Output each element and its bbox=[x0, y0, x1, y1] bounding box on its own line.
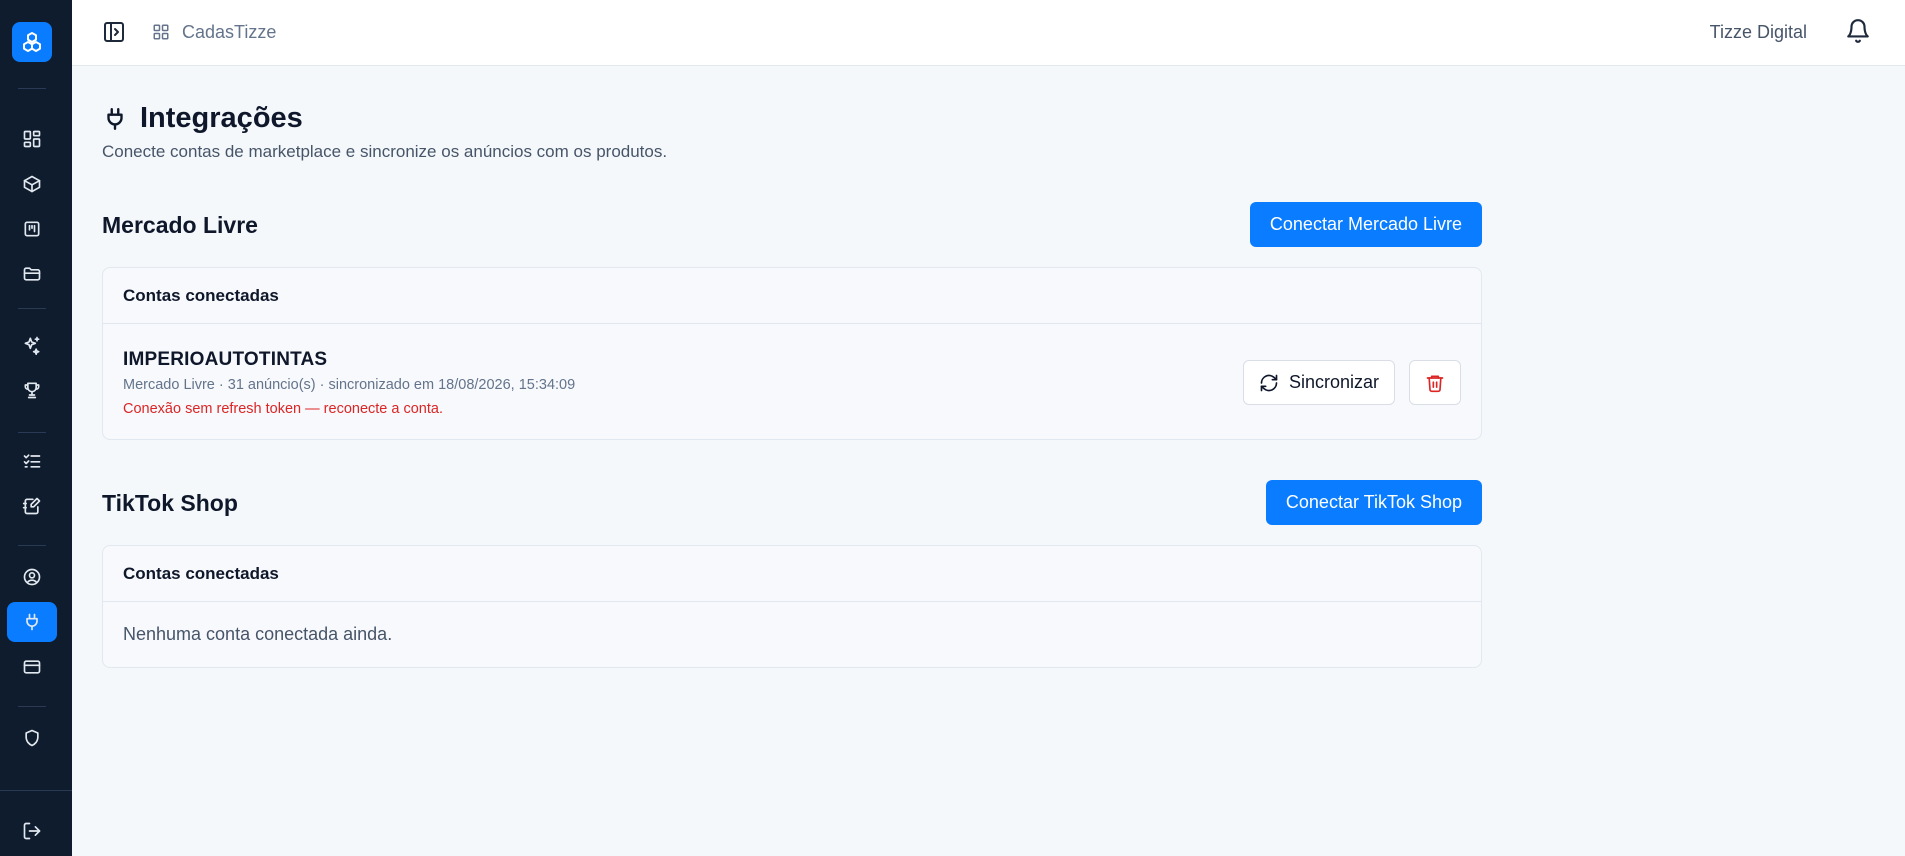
page-title-row: Integrações bbox=[102, 102, 303, 135]
trophy-icon bbox=[24, 382, 40, 399]
sync-button-label: Sincronizar bbox=[1288, 372, 1379, 392]
sidebar-item-security[interactable] bbox=[7, 718, 57, 758]
connect-tiktok-shop-button[interactable]: Conectar TikTok Shop bbox=[1265, 480, 1482, 525]
sidebar bbox=[0, 0, 72, 856]
panel-left-icon bbox=[104, 22, 124, 42]
connect-mercado-livre-button[interactable]: Conectar Mercado Livre bbox=[1249, 202, 1482, 247]
page-title: Integrações bbox=[140, 102, 303, 134]
tiktok-shop-accounts-card: Contas conectadas Nenhuma conta conectad… bbox=[102, 545, 1482, 668]
user-circle-icon bbox=[23, 568, 41, 586]
sidebar-item-integrations[interactable] bbox=[7, 602, 57, 642]
notebook-pen-icon bbox=[22, 497, 41, 515]
sidebar-divider bbox=[18, 545, 46, 546]
sidebar-item-ranking[interactable] bbox=[7, 370, 57, 410]
kanban-icon bbox=[24, 221, 40, 237]
sidebar-item-folders[interactable] bbox=[7, 254, 57, 294]
credit-card-icon bbox=[23, 660, 41, 674]
page-subtitle: Conecte contas de marketplace e sincroni… bbox=[102, 142, 668, 161]
empty-state-text: Nenhuma conta conectada ainda. bbox=[123, 624, 393, 644]
sidebar-item-dashboard[interactable] bbox=[7, 119, 57, 159]
trash-icon bbox=[1426, 375, 1444, 392]
dashboard-icon bbox=[23, 130, 41, 148]
logout-button[interactable] bbox=[7, 811, 57, 851]
account-row: IMPERIOAUTOTINTAS Mercado Livre · 31 anú… bbox=[103, 324, 1481, 439]
sidebar-item-tasks[interactable] bbox=[7, 441, 57, 481]
sidebar-item-billing[interactable] bbox=[7, 647, 57, 687]
section-title-tiktok-shop: TikTok Shop bbox=[102, 490, 238, 516]
sidebar-divider bbox=[18, 308, 46, 309]
sync-button[interactable]: Sincronizar bbox=[1242, 360, 1395, 405]
sidebar-divider bbox=[18, 432, 46, 433]
sidebar-item-products[interactable] bbox=[7, 164, 57, 204]
bell-icon bbox=[1847, 19, 1869, 43]
list-checks-icon bbox=[23, 454, 41, 468]
sidebar-toggle-button[interactable] bbox=[102, 20, 126, 44]
card-title: Contas conectadas bbox=[103, 546, 1481, 602]
delete-account-button[interactable] bbox=[1409, 360, 1461, 405]
sidebar-divider bbox=[18, 706, 46, 707]
section-title-mercado-livre: Mercado Livre bbox=[102, 212, 258, 238]
package-icon bbox=[23, 175, 41, 193]
card-title: Contas conectadas bbox=[103, 268, 1481, 324]
brand-name[interactable]: CadasTizze bbox=[182, 22, 276, 43]
refresh-icon bbox=[1260, 374, 1278, 391]
logout-icon bbox=[23, 822, 41, 840]
sidebar-item-account[interactable] bbox=[7, 557, 57, 597]
shield-icon bbox=[25, 729, 39, 747]
sidebar-divider bbox=[0, 790, 72, 791]
mercado-livre-accounts-card: Contas conectadas IMPERIOAUTOTINTAS Merc… bbox=[102, 267, 1482, 440]
plug-icon bbox=[26, 613, 38, 631]
folder-icon bbox=[23, 267, 41, 281]
sparkles-icon bbox=[24, 336, 40, 355]
plug-icon bbox=[107, 107, 123, 130]
top-header: CadasTizze Tizze Digital bbox=[72, 0, 1905, 66]
sidebar-item-ai[interactable] bbox=[7, 325, 57, 365]
logo-icon bbox=[23, 32, 41, 52]
app-logo[interactable] bbox=[12, 22, 52, 62]
sidebar-item-kanban[interactable] bbox=[7, 209, 57, 249]
grid-icon bbox=[152, 23, 170, 41]
notifications-button[interactable] bbox=[1845, 18, 1871, 44]
organization-name[interactable]: Tizze Digital bbox=[1710, 22, 1807, 43]
sidebar-divider bbox=[18, 88, 46, 89]
sidebar-item-notes[interactable] bbox=[7, 486, 57, 526]
